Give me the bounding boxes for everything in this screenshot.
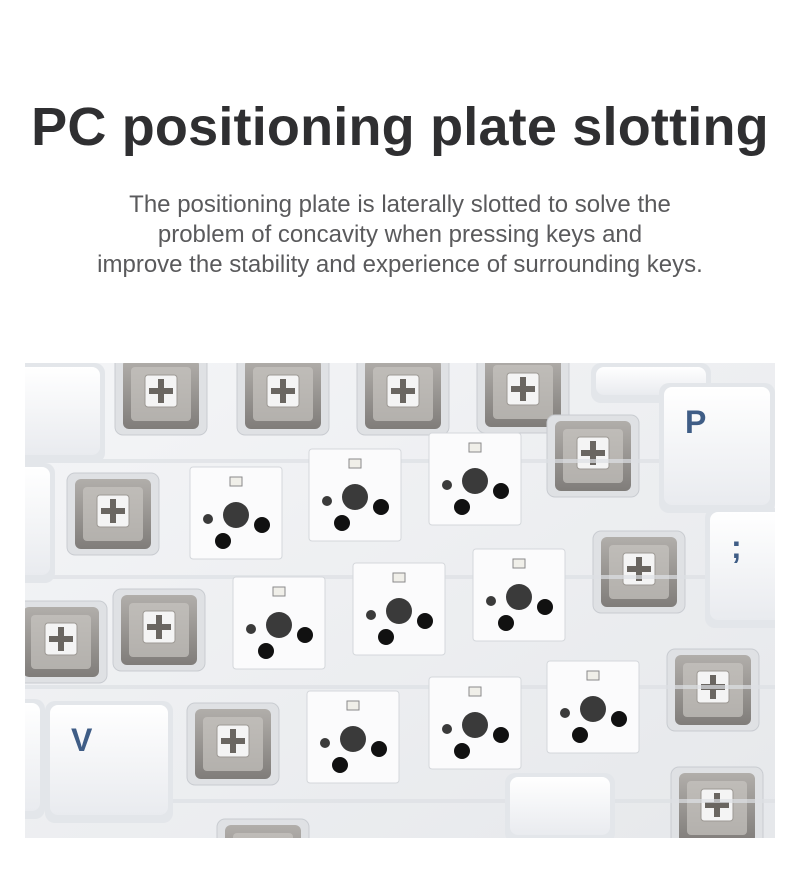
keycap-legend: P (685, 404, 706, 440)
pcb-socket-cutout (546, 660, 640, 754)
switch (546, 414, 640, 498)
description-line-1: The positioning plate is laterally slott… (129, 191, 671, 218)
pcb-socket-cutout (352, 562, 446, 656)
keycap (505, 773, 615, 838)
keycap (25, 699, 45, 819)
keycap (25, 363, 105, 463)
keycap: V (45, 701, 173, 823)
keycap: P (659, 383, 775, 513)
pcb-socket-cutout (472, 548, 566, 642)
description-line-2: problem of concavity when pressing keys … (157, 221, 643, 248)
description: The positioning plate is laterally slott… (30, 190, 770, 280)
switch (666, 648, 760, 732)
keyboard-plate-photo: P; V (25, 363, 775, 838)
switch (66, 472, 160, 556)
switch (236, 363, 330, 436)
pcb-socket-cutout (232, 576, 326, 670)
keyboard-plate-illustration: P; V (25, 363, 775, 838)
switch (186, 702, 280, 786)
keycap-legend: V (71, 722, 93, 758)
switch (25, 600, 108, 684)
pcb-socket-cutout (428, 432, 522, 526)
pcb-socket-cutout (308, 448, 402, 542)
pcb-socket-cutout (428, 676, 522, 770)
keycap (25, 463, 55, 583)
keycap-legend: ; (731, 529, 742, 565)
pcb-socket-cutout (189, 466, 283, 560)
headline: PC positioning plate slotting (31, 97, 769, 157)
switch (112, 588, 206, 672)
switch (114, 363, 208, 436)
switch (356, 363, 450, 436)
pcb-socket-cutout (306, 690, 400, 784)
description-line-3: improve the stability and experience of … (97, 251, 703, 278)
switch (216, 818, 310, 838)
keycap: ; (705, 508, 775, 628)
plate-slot (25, 685, 775, 689)
switch (592, 530, 686, 614)
